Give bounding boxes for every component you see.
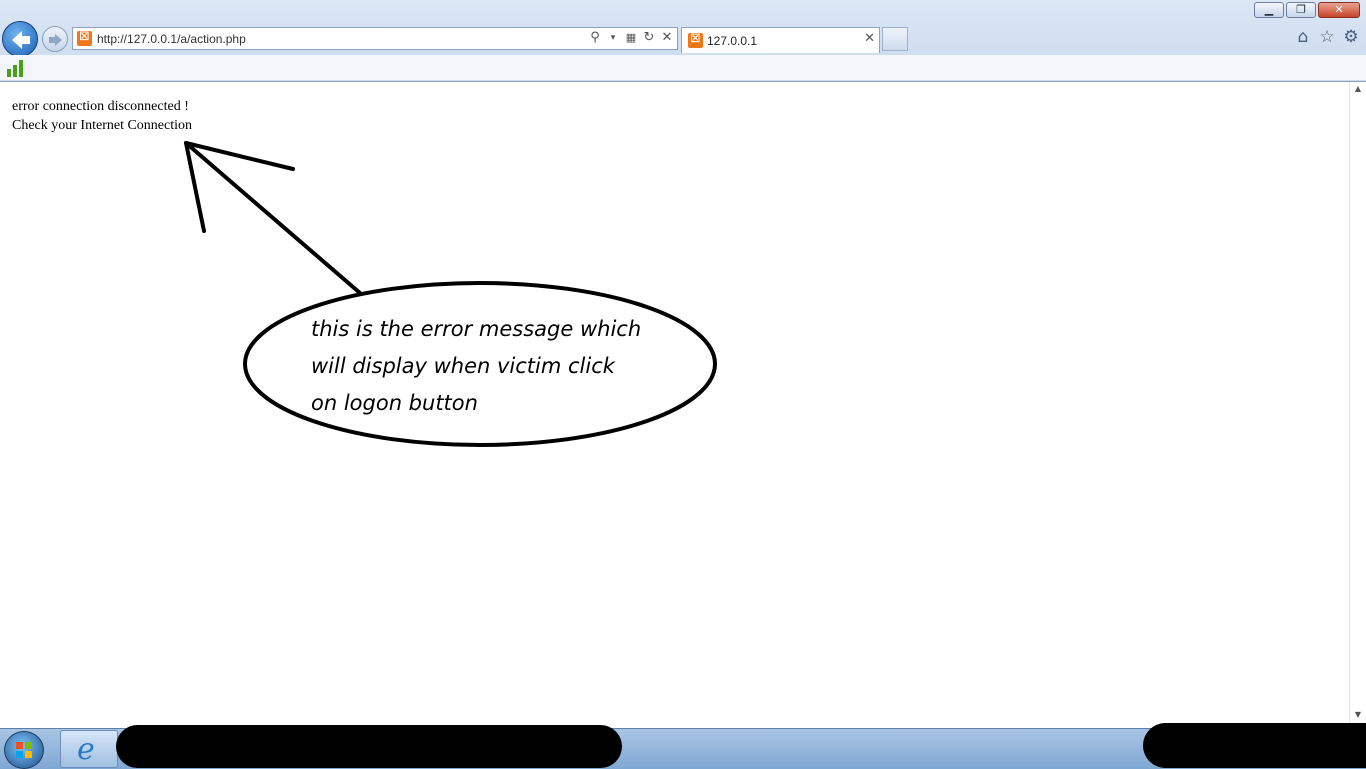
start-button[interactable] xyxy=(4,731,44,769)
annotation-drawing xyxy=(184,141,717,447)
redaction-mark-tray xyxy=(1143,723,1366,768)
annotation-text-line-3: on logon button xyxy=(311,391,478,415)
redaction-mark-taskbar xyxy=(116,725,622,768)
internet-explorer-icon: e xyxy=(77,732,95,767)
windows-logo-icon xyxy=(16,742,32,758)
annotation-arrow xyxy=(184,141,362,295)
annotation-text-line-1: this is the error message which xyxy=(311,317,642,341)
taskbar-internet-explorer[interactable]: e xyxy=(60,730,118,768)
annotation-text-line-2: will display when victim click xyxy=(311,354,615,378)
